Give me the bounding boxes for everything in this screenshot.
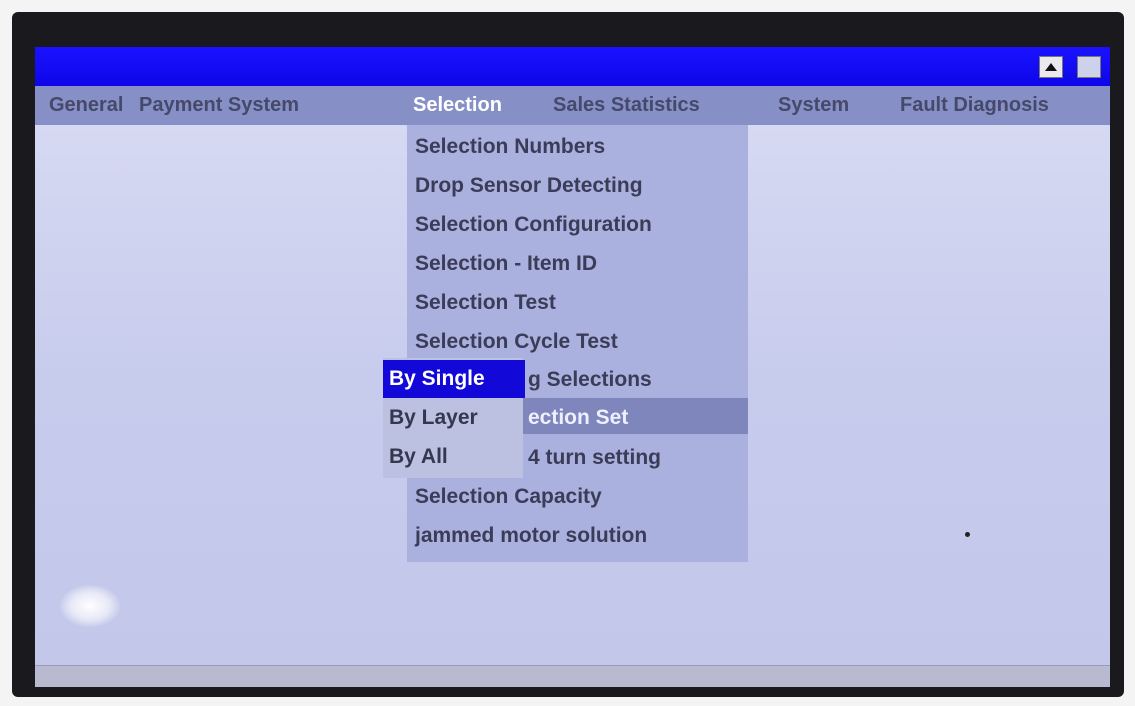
refill-submenu: By Single By Layer By All — [383, 358, 525, 478]
submenu-item-by-all[interactable]: By All — [383, 438, 448, 476]
submenu-item-by-single[interactable]: By Single — [383, 360, 525, 398]
menu-fault-diagnosis[interactable]: Fault Diagnosis — [900, 86, 1049, 125]
dropdown-item-turn-setting-partial[interactable]: 4 turn setting — [528, 439, 661, 476]
dropdown-item-selection-numbers[interactable]: Selection Numbers — [415, 128, 605, 165]
photo-background: General Payment System Selection Sales S… — [0, 0, 1135, 706]
window-box-button[interactable] — [1077, 56, 1101, 78]
menu-system[interactable]: System — [778, 86, 849, 125]
menu-general[interactable]: General — [49, 86, 123, 125]
dropdown-item-selection-set-partial[interactable]: ection Set — [528, 399, 628, 436]
dropdown-item-selection-item-id[interactable]: Selection - Item ID — [415, 245, 597, 282]
dropdown-item-selection-test[interactable]: Selection Test — [415, 284, 556, 321]
dropdown-item-jammed-motor-solution[interactable]: jammed motor solution — [415, 517, 647, 554]
dropdown-item-drop-sensor-detecting[interactable]: Drop Sensor Detecting — [415, 167, 643, 204]
status-bar — [35, 665, 1110, 687]
dropdown-item-selection-cycle-test[interactable]: Selection Cycle Test — [415, 323, 618, 360]
screen-speck — [965, 532, 970, 537]
touch-screen: General Payment System Selection Sales S… — [35, 47, 1110, 687]
screen-glare — [60, 585, 120, 627]
dropdown-item-selection-configuration[interactable]: Selection Configuration — [415, 206, 652, 243]
scroll-up-icon[interactable] — [1039, 56, 1063, 78]
selection-dropdown-menu: Selection Numbers Drop Sensor Detecting … — [407, 125, 748, 562]
dropdown-item-selection-capacity[interactable]: Selection Capacity — [415, 478, 602, 515]
menu-sales-statistics[interactable]: Sales Statistics — [553, 86, 700, 125]
menu-payment-system[interactable]: Payment System — [139, 86, 299, 125]
dropdown-item-selections-partial[interactable]: g Selections — [528, 361, 652, 398]
menu-bar: General Payment System Selection Sales S… — [35, 86, 1110, 125]
title-bar — [35, 47, 1110, 86]
menu-selection[interactable]: Selection — [413, 86, 502, 125]
submenu-item-by-layer[interactable]: By Layer — [383, 399, 478, 437]
